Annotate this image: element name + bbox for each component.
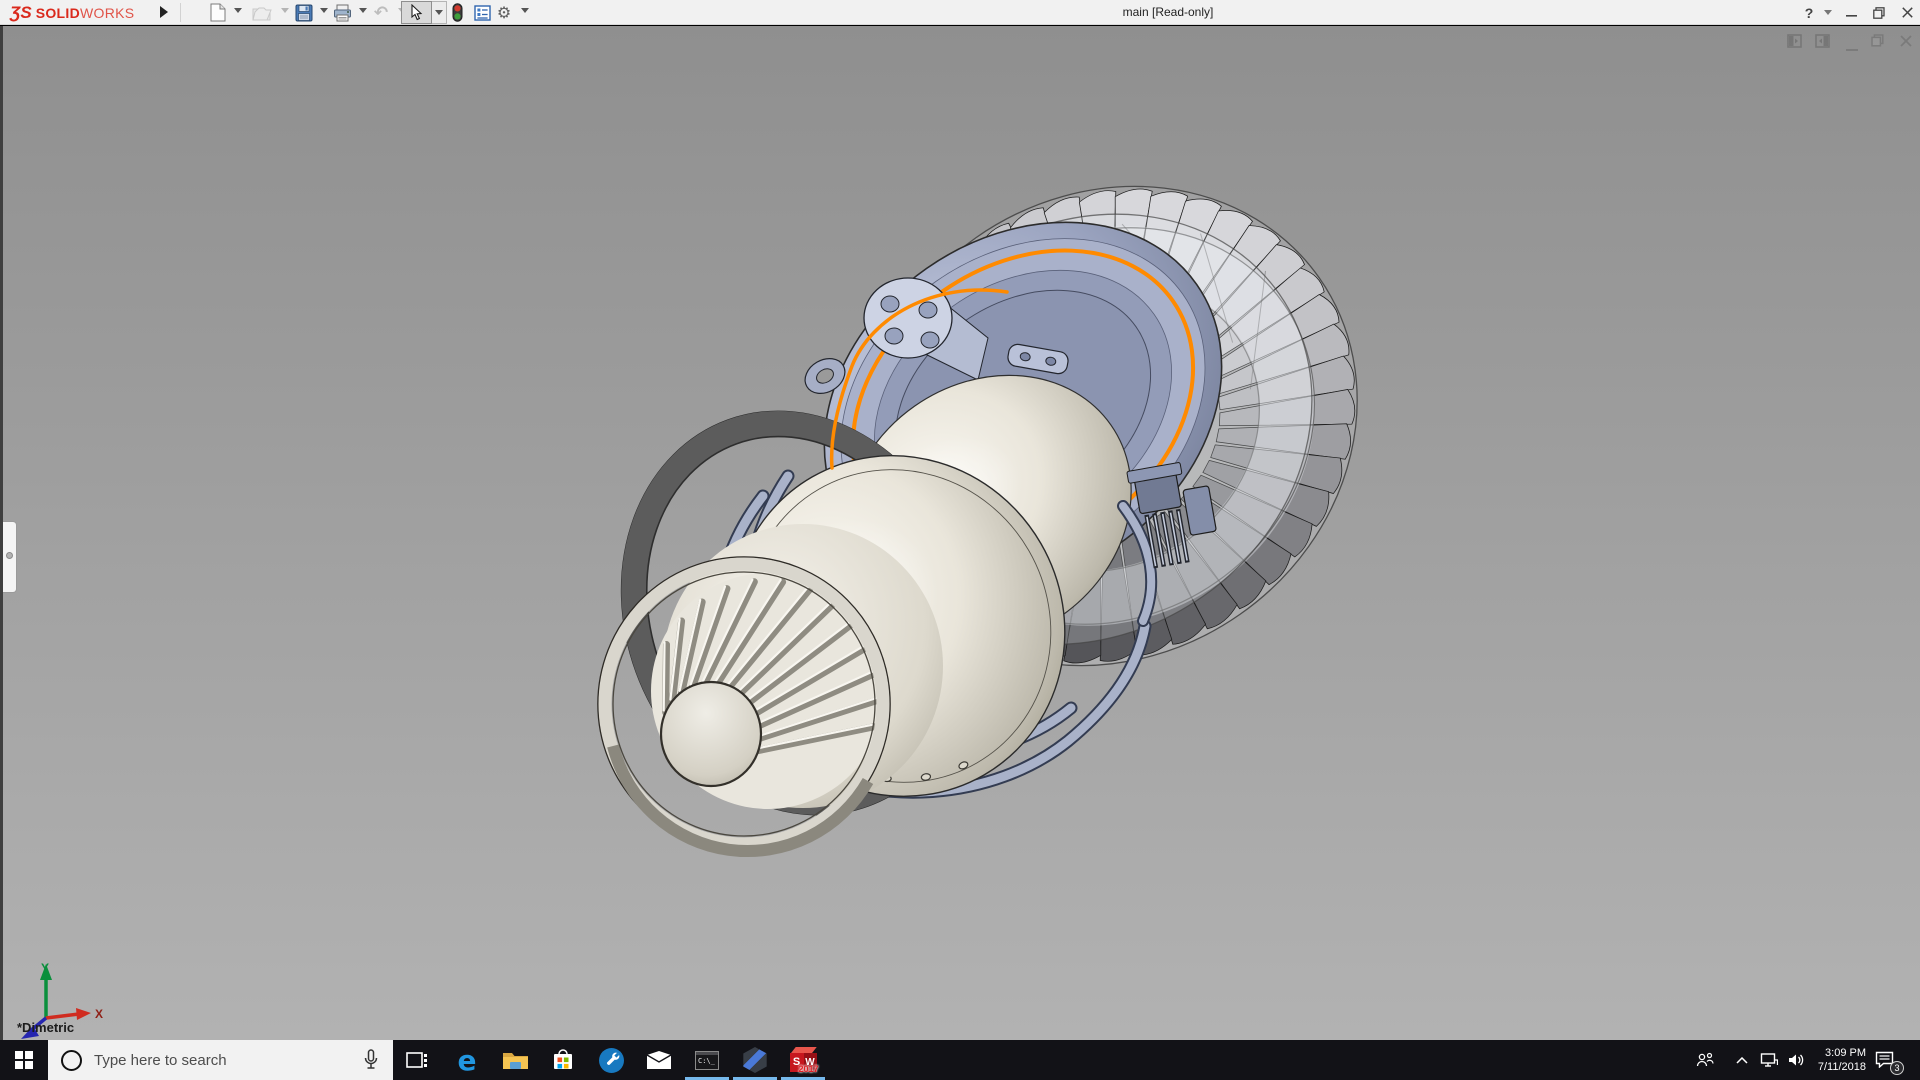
edge-icon: e (458, 1044, 477, 1077)
support-assist-button[interactable] (587, 1040, 635, 1080)
task-view-button[interactable] (393, 1040, 441, 1080)
notification-badge: 3 (1890, 1061, 1904, 1075)
select-tool-button[interactable] (401, 1, 432, 24)
options-dropdown[interactable] (521, 8, 529, 13)
properties-list-button[interactable] (470, 2, 494, 23)
solidworks-logo: ƷS SOLID WORKS (10, 2, 134, 23)
help-button[interactable]: ? (1798, 0, 1820, 25)
people-tray-button[interactable] (1690, 1040, 1720, 1080)
mail-icon (646, 1050, 672, 1070)
solidworks-taskbar-button[interactable]: S W 2017 (779, 1040, 827, 1080)
select-cursor-icon (410, 4, 423, 21)
print-icon (333, 4, 352, 22)
hexagon-app-button[interactable] (731, 1040, 779, 1080)
task-view-icon (406, 1050, 428, 1070)
triad-x-arrow (76, 1008, 91, 1020)
network-tray-button[interactable] (1755, 1040, 1783, 1080)
options-gear-button[interactable]: ⚙ (492, 2, 516, 23)
store-icon (551, 1048, 575, 1072)
help-dropdown[interactable] (1824, 10, 1832, 15)
menu-flyout-arrow-icon[interactable] (160, 6, 168, 18)
gear-icon: ⚙ (497, 3, 511, 23)
solidworks-app-icon: S W 2017 (790, 1047, 817, 1074)
command-prompt-icon: C:\_ (695, 1051, 719, 1070)
triad-x-label: X (95, 1007, 103, 1021)
search-input[interactable] (94, 1052, 363, 1069)
stoplight-icon (452, 3, 463, 22)
open-folder-icon (252, 5, 272, 21)
restore-button[interactable] (1866, 0, 1892, 25)
open-dropdown[interactable] (281, 8, 289, 13)
microphone-icon[interactable] (363, 1049, 379, 1071)
rebuild-stoplight-button[interactable] (445, 2, 469, 23)
dassault-mark-icon: ƷS (10, 3, 32, 23)
print-button[interactable] (330, 2, 354, 23)
undo-icon: ↶ (374, 3, 388, 23)
toolbar-separator (180, 3, 181, 22)
save-floppy-icon (295, 4, 313, 22)
mail-button[interactable] (635, 1040, 683, 1080)
file-explorer-icon (502, 1049, 529, 1071)
tray-overflow-button[interactable] (1729, 1040, 1755, 1080)
save-button[interactable] (292, 2, 316, 23)
open-button[interactable] (250, 2, 274, 23)
properties-list-icon (474, 5, 491, 21)
store-button[interactable] (539, 1040, 587, 1080)
chevron-up-icon (1736, 1057, 1748, 1064)
edge-button[interactable]: e (443, 1040, 491, 1080)
new-document-icon (210, 3, 226, 22)
view-orientation-label: *Dimetric (17, 1020, 74, 1035)
close-button[interactable] (1894, 0, 1920, 25)
undo-button[interactable]: ↶ (369, 2, 393, 23)
taskbar-clock[interactable]: 3:09 PM 7/11/2018 (1800, 1040, 1866, 1080)
save-dropdown[interactable] (320, 8, 328, 13)
wrench-circle-icon (598, 1047, 625, 1074)
command-prompt-button[interactable]: C:\_ (683, 1040, 731, 1080)
hexagon-app-icon (742, 1047, 768, 1073)
new-document-dropdown[interactable] (234, 8, 242, 13)
clock-time: 3:09 PM (1800, 1046, 1866, 1060)
engine-3d-model (3, 26, 1920, 1040)
cortana-icon (61, 1050, 82, 1071)
people-icon (1696, 1052, 1714, 1068)
print-dropdown[interactable] (359, 8, 367, 13)
titlebar: ƷS SOLID WORKS (0, 0, 1920, 25)
graphics-viewport[interactable]: Y X Z *Dimetric (0, 26, 1920, 1040)
clock-date: 7/11/2018 (1800, 1060, 1866, 1074)
network-icon (1760, 1052, 1778, 1068)
minimize-icon (1846, 7, 1857, 18)
file-explorer-button[interactable] (491, 1040, 539, 1080)
document-title: main [Read-only] (1123, 5, 1214, 19)
restore-icon (1873, 7, 1885, 19)
action-center-button[interactable]: 3 (1872, 1040, 1906, 1080)
windows-taskbar: e (0, 1040, 1920, 1080)
triad-y-label: Y (41, 961, 49, 975)
new-document-button[interactable] (206, 2, 230, 23)
close-icon (1902, 7, 1913, 18)
minimize-button[interactable] (1838, 0, 1864, 25)
windows-logo-icon (15, 1051, 33, 1069)
start-button[interactable] (0, 1040, 48, 1080)
taskbar-search[interactable] (48, 1040, 393, 1080)
